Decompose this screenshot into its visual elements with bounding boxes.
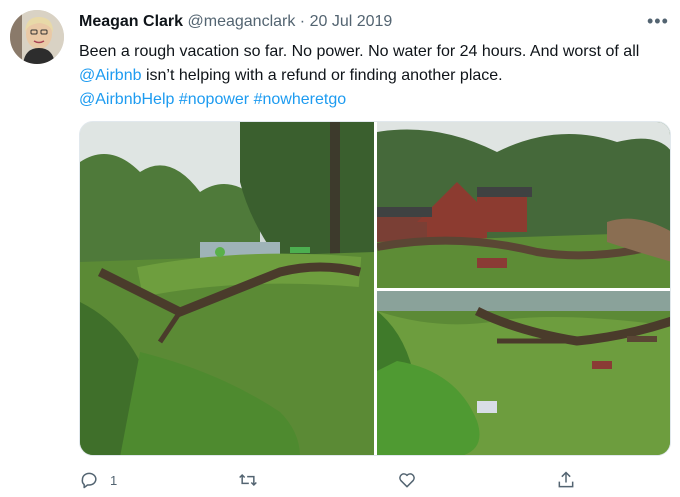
hashtag-nowheretgo[interactable]: #nowheretgo — [254, 91, 347, 108]
mention-airbnb[interactable]: @Airbnb — [79, 67, 142, 84]
separator-dot: · — [299, 13, 306, 30]
photo-house-fallen-tree[interactable] — [377, 122, 670, 288]
share-icon — [558, 471, 574, 488]
media-grid — [79, 121, 671, 456]
tweet-header: Meagan Clark @meaganclark · 20 Jul 2019 — [79, 13, 392, 31]
retweet-button[interactable] — [238, 470, 268, 490]
tweet-date[interactable]: 20 Jul 2019 — [310, 13, 393, 30]
tweet-text: Been a rough vacation so far. No power. … — [79, 40, 664, 112]
hashtag-nopower[interactable]: #nopower — [179, 91, 249, 108]
heart-icon — [399, 473, 415, 488]
author-handle[interactable]: @meaganclark — [188, 13, 296, 30]
tweet-actions: 1 — [0, 470, 680, 494]
photo-storm-debris[interactable] — [377, 291, 670, 455]
reply-count: 1 — [110, 472, 118, 488]
author-name[interactable]: Meagan Clark — [79, 13, 183, 30]
mention-airbnbhelp[interactable]: @AirbnbHelp — [79, 91, 174, 108]
reply-icon — [81, 472, 97, 489]
avatar[interactable] — [10, 10, 64, 64]
avatar-image — [10, 10, 64, 64]
tweet-text-part1: Been a rough vacation so far. No power. … — [79, 43, 640, 60]
retweet-icon — [239, 473, 257, 487]
share-button[interactable] — [556, 470, 576, 490]
more-options-icon[interactable]: ••• — [647, 11, 669, 32]
tweet-text-part2: isn’t helping with a refund or finding a… — [141, 67, 503, 84]
like-button[interactable] — [397, 470, 427, 490]
reply-button[interactable]: 1 — [80, 470, 117, 490]
photo-fallen-tree-lake[interactable] — [80, 122, 374, 455]
